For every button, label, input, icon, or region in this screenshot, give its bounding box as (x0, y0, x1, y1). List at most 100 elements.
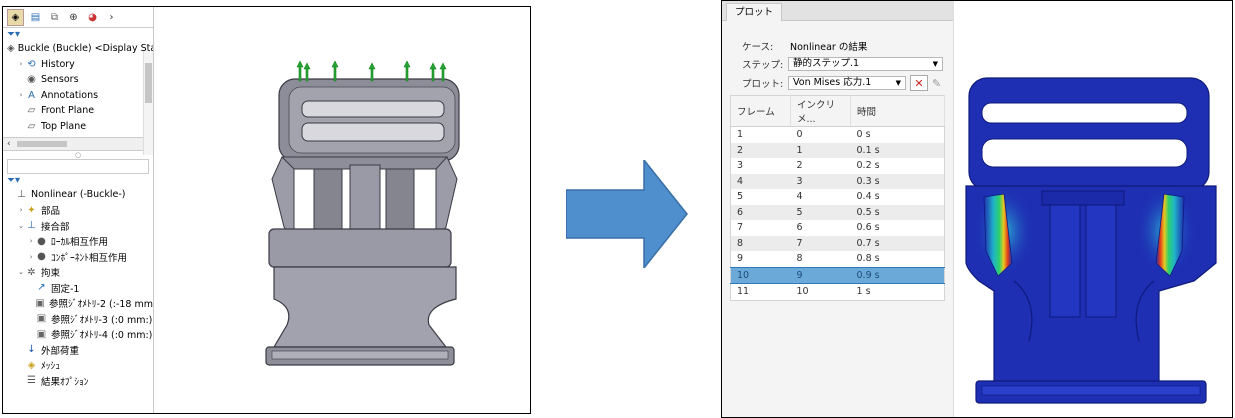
case-value: Nonlinear の結果 (790, 42, 868, 53)
dimxpert-tab-icon[interactable]: ⊕ (66, 10, 81, 25)
table-row[interactable]: 1 0 0 s (731, 127, 945, 143)
chevron-right-icon[interactable]: › (104, 10, 119, 25)
tree-search-box[interactable] (7, 159, 149, 174)
tree-item[interactable]: ▱ Front Plane (3, 103, 153, 119)
table-cell: 4 (796, 191, 803, 203)
table-header-row: フレーム インクリメ... 時間 (730, 95, 945, 127)
table-cell: 6 (796, 222, 803, 234)
table-cell: 9 (737, 253, 744, 265)
splitter-handle[interactable]: ○ (3, 151, 153, 159)
case-label: ケース: (742, 42, 774, 53)
tree-item[interactable]: ↓ 外部荷重 (3, 342, 153, 358)
annotations-icon: A (28, 89, 35, 101)
table-row[interactable]: 4 3 0.3 s (730, 173, 945, 189)
plot-select[interactable]: Von Mises 応力.1 ▼ (788, 76, 906, 90)
table-cell: 0.8 s (856, 253, 880, 265)
step-row: ステップ: 静的ステップ.1 ▼ (722, 56, 953, 72)
graphics-viewport[interactable] (154, 7, 530, 413)
tree-item[interactable]: ⌄ ✲ 拘束 (3, 265, 153, 281)
table-row[interactable]: 6 5 0.5 s (730, 204, 945, 220)
tree-item[interactable]: ▱ Top Plane (3, 119, 153, 135)
expand-arrow-icon[interactable]: › (27, 253, 35, 261)
configuration-manager-tab-icon[interactable]: ⧉ (47, 10, 62, 25)
feature-manager-tabs: ◈ ▤ ⧉ ⊕ ◕ › (3, 7, 153, 28)
tab-plot[interactable]: プロット (726, 3, 783, 21)
table-cell: 3 (737, 160, 744, 172)
tree-item-label: History (41, 58, 75, 70)
tree-item-label: ﾒｯｼｭ (41, 361, 61, 373)
result-options-icon: ☰ (27, 375, 36, 387)
plot-settings-icon[interactable]: ✕ (910, 75, 928, 91)
table-cell: 0.3 s (850, 173, 945, 189)
tree-item-label: 外部荷重 (41, 345, 80, 357)
expand-arrow-icon[interactable]: › (17, 91, 25, 99)
tree-item[interactable]: ⌄ ⊥ 接合部 (3, 218, 153, 234)
column-header-increment[interactable]: インクリメ... (790, 95, 851, 127)
tree-item[interactable]: ◉ Sensors (3, 72, 153, 88)
chevron-down-icon: ▼ (932, 60, 938, 68)
expand-arrow-icon[interactable]: › (27, 237, 35, 245)
tree-horizontal-scrollbar[interactable]: ‹ › (3, 137, 153, 151)
table-cell: 5 (737, 191, 744, 203)
tree-item[interactable]: ◈ ﾒｯｼｭ (3, 358, 153, 374)
column-header-frame[interactable]: フレーム (730, 95, 791, 127)
table-row[interactable]: 3 2 0.2 s (731, 158, 945, 174)
table-row[interactable]: 8 7 0.7 s (730, 235, 945, 251)
pencil-icon[interactable]: ✎ (932, 77, 941, 90)
table-cell: 9 (790, 266, 851, 284)
tree-item-label: Annotations (41, 89, 99, 101)
tree-item[interactable]: › A Annotations (3, 88, 153, 104)
table-row[interactable]: 5 4 0.4 s (731, 189, 945, 205)
table-cell: 0.6 s (856, 222, 880, 234)
transition-arrow-icon (566, 160, 688, 268)
table-cell: 7 (737, 222, 744, 234)
table-row[interactable]: 9 8 0.8 s (731, 251, 945, 267)
tree-root-study[interactable]: ⊥ Nonlinear (-Buckle-) (3, 187, 153, 203)
table-cell: 5 (790, 204, 851, 220)
step-select[interactable]: 静的ステップ.1 ▼ (788, 57, 943, 71)
column-header-time[interactable]: 時間 (850, 95, 945, 127)
expand-arrow-icon[interactable]: ⌄ (17, 222, 25, 230)
scroll-left-icon[interactable]: ‹ (7, 139, 11, 149)
tree-item[interactable]: ↗ 固定-1 (3, 280, 153, 296)
tree-root-part[interactable]: ◈ Buckle (Buckle) <Display State (3, 41, 153, 57)
parts-icon: ✦ (27, 204, 36, 216)
tree-item[interactable]: ▣ 参照ｼﾞｵﾒﾄﾘ-4 (:0 mm:) (3, 327, 153, 343)
history-icon: ⟲ (27, 58, 36, 70)
table-cell: 8 (730, 235, 791, 251)
display-manager-tab-icon[interactable]: ◕ (85, 10, 100, 25)
table-row[interactable]: 10 9 0.9 s (730, 266, 945, 284)
study-icon: ⊥ (17, 189, 26, 201)
tree-item[interactable]: ▣ 参照ｼﾞｵﾒﾄﾘ-3 (:0 mm:) (3, 311, 153, 327)
expand-arrow-icon[interactable]: › (17, 206, 25, 214)
connections-icon: ⊥ (27, 220, 36, 232)
component-interaction-icon: ● (37, 251, 46, 263)
feature-manager-tab-icon[interactable]: ◈ (7, 8, 24, 26)
chevron-down-icon: ▼ (895, 79, 901, 87)
expand-arrow-icon[interactable]: › (17, 60, 25, 68)
tree-item[interactable]: › ✦ 部品 (3, 203, 153, 219)
tree-item-label: Nonlinear (-Buckle-) (31, 189, 126, 201)
tree-item[interactable]: › ● ｺﾝﾎﾟｰﾈﾝﾄ相互作用 (3, 249, 153, 265)
tree-item-label: ｺﾝﾎﾟｰﾈﾝﾄ相互作用 (51, 252, 128, 264)
filter-icon[interactable]: ⏷▾ (3, 28, 153, 41)
tree-item[interactable]: ▣ 参照ｼﾞｵﾒﾄﾘ-2 (:-18 mm (3, 296, 153, 312)
tree-item[interactable]: › ⟲ History (3, 57, 153, 73)
table-cell: 8 (796, 253, 803, 265)
table-row[interactable]: 11 10 1 s (731, 284, 945, 301)
tree-item-label: Buckle (Buckle) <Display State (17, 43, 154, 55)
plot-tab-bar: プロット (722, 1, 953, 21)
tree-item-label: 接合部 (41, 221, 70, 233)
tree-item[interactable]: › ● ﾛｰｶﾙ相互作用 (3, 234, 153, 250)
table-cell: 0.7 s (850, 235, 945, 251)
property-manager-tab-icon[interactable]: ▤ (28, 10, 43, 25)
tree-item[interactable]: ☰ 結果ｵﾌﾟｼｮﾝ (3, 373, 153, 389)
expand-arrow-icon[interactable]: ⌄ (17, 268, 25, 276)
table-row[interactable]: 7 6 0.6 s (731, 220, 945, 236)
table-row[interactable]: 2 1 0.1 s (730, 142, 945, 158)
results-viewport[interactable] (954, 1, 1232, 417)
tree-vertical-scrollbar[interactable] (143, 51, 153, 155)
filter-icon[interactable]: ⏷▾ (3, 174, 153, 187)
tree-item-label: 部品 (41, 206, 61, 218)
reference-geometry-icon: ▣ (36, 328, 47, 340)
